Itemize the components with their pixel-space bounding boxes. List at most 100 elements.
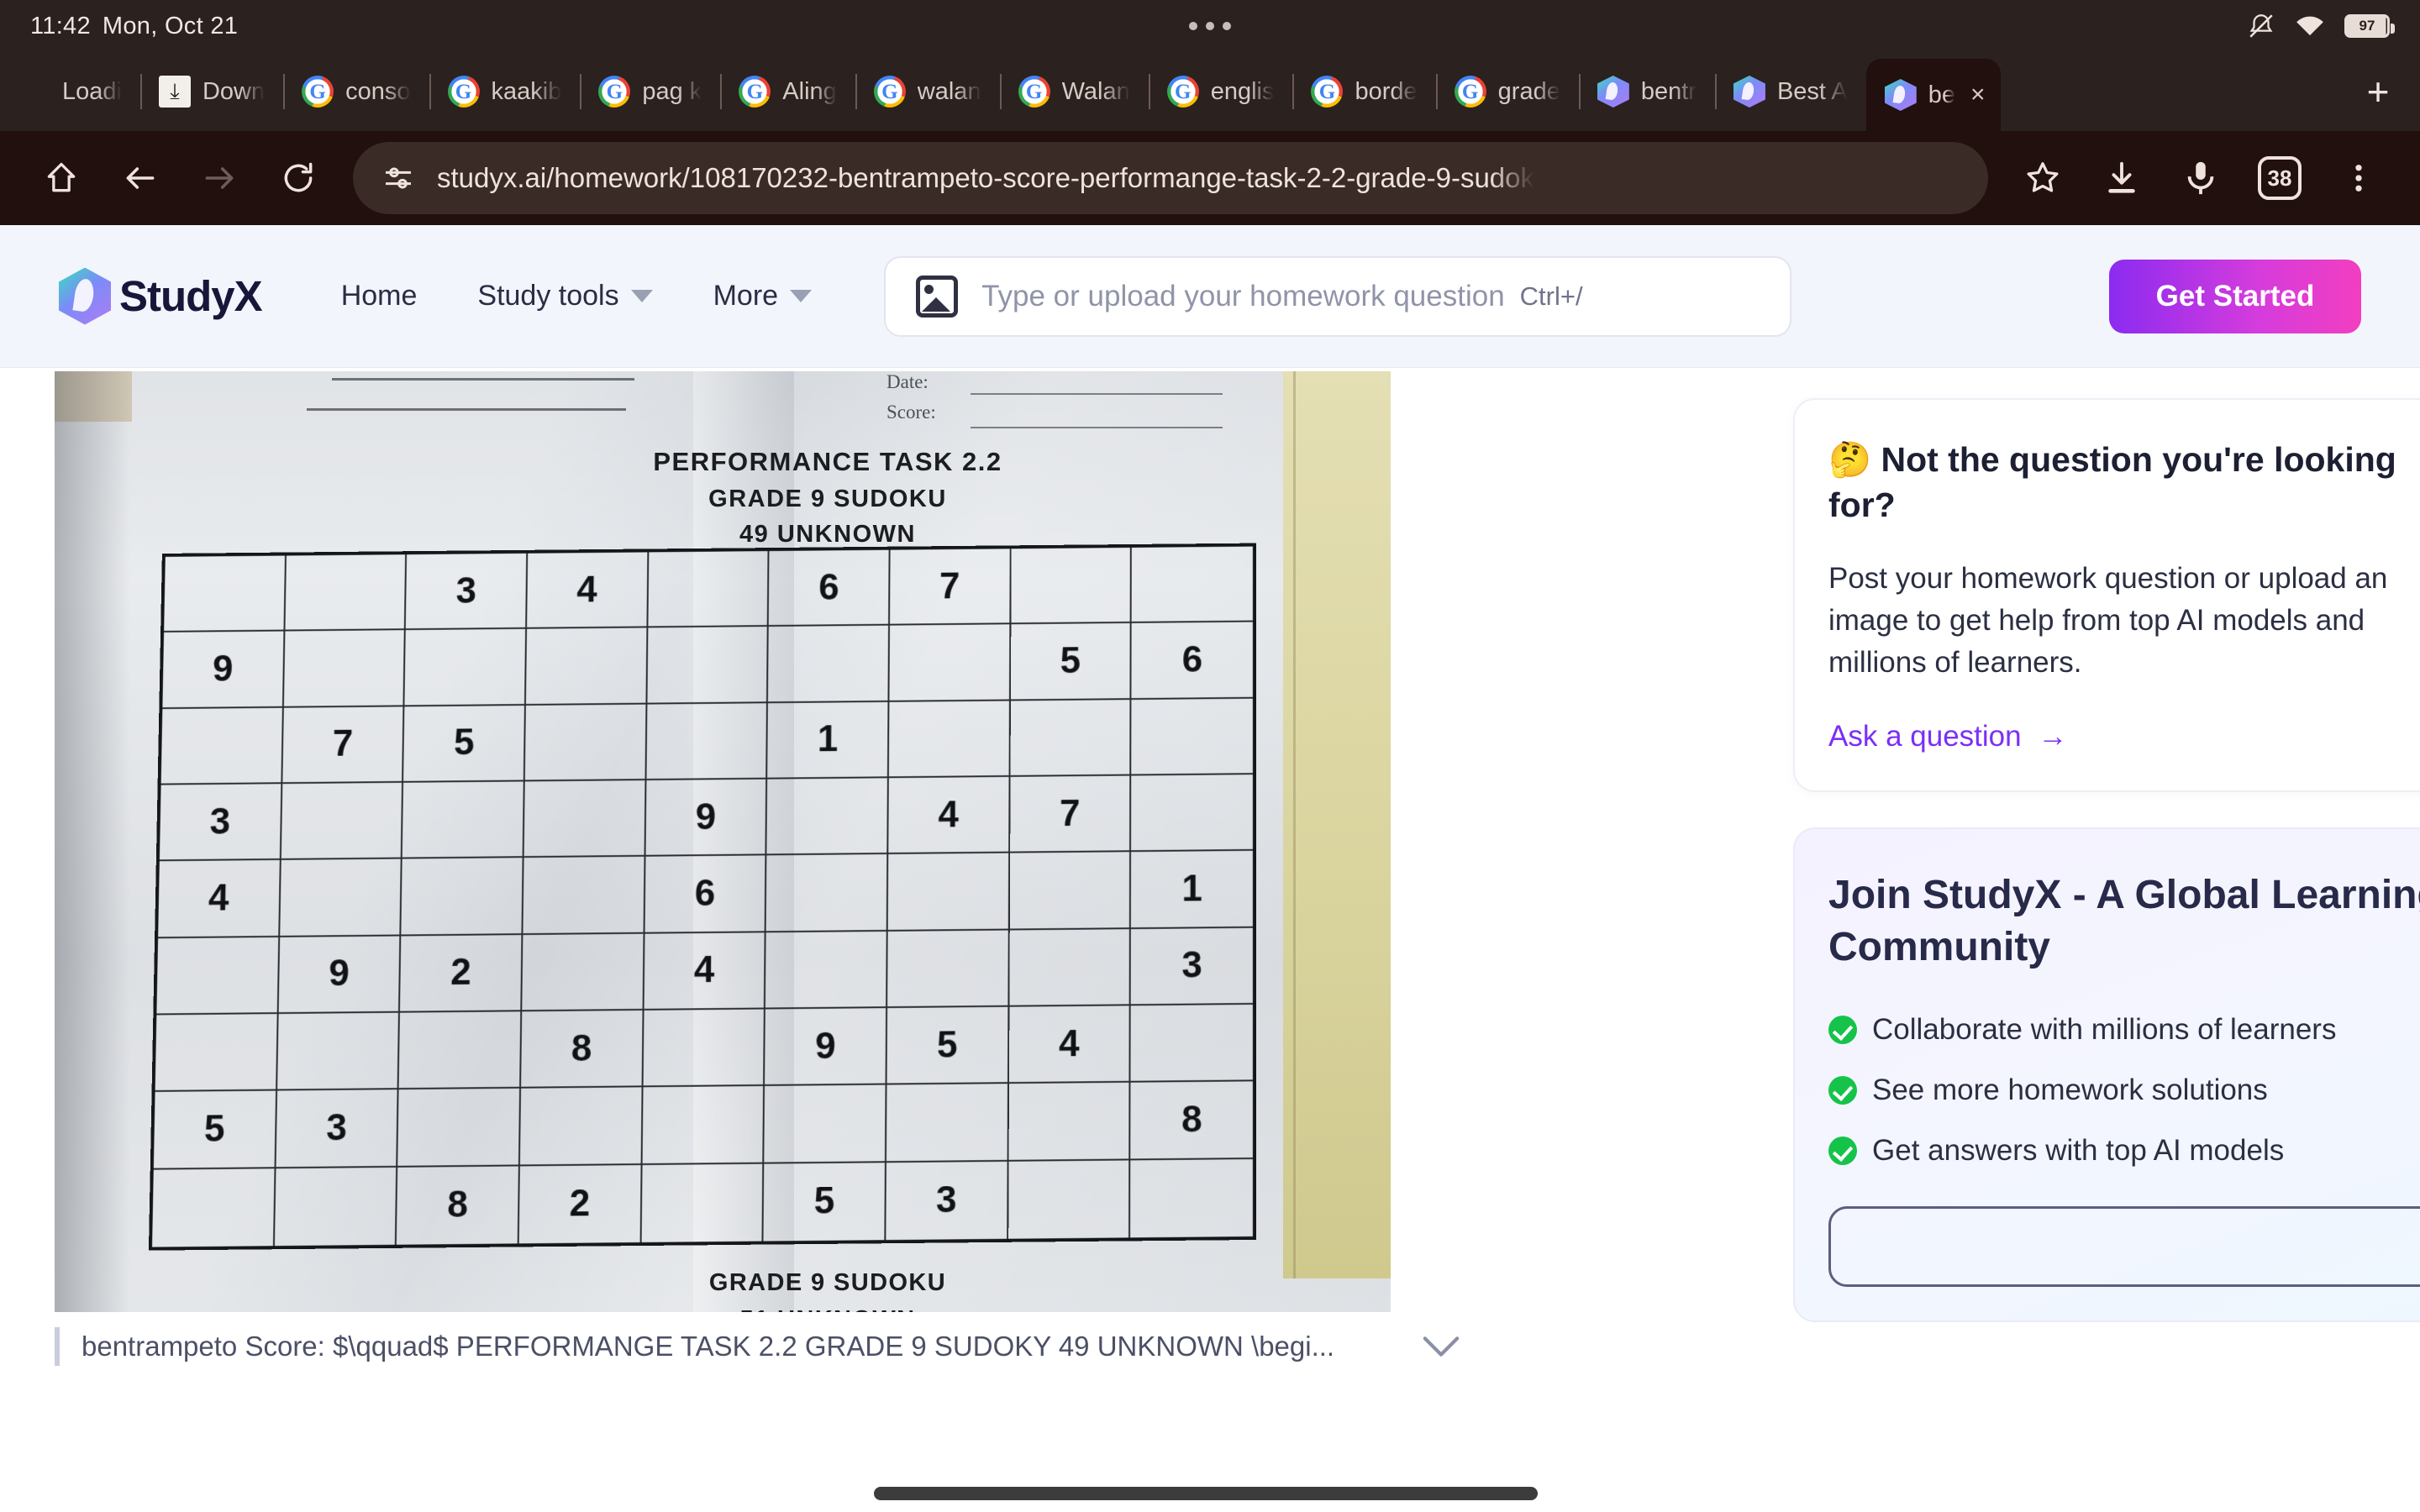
studyx-site-header: StudyX Home Study tools More Type or uploa… xyxy=(0,225,2420,368)
android-status-bar: 11:42 Mon, Oct 21 97 xyxy=(0,0,2420,52)
second-worksheet-caption: GRADE 9 SUDOKU 51 UNKNOWN xyxy=(592,1265,1063,1312)
browser-tab[interactable]: G Walan xyxy=(999,52,1149,131)
status-clock: 11:42 Mon, Oct 21 xyxy=(30,13,238,40)
join-studyx-button[interactable] xyxy=(1828,1206,2420,1288)
nav-item-more[interactable]: More xyxy=(683,280,842,312)
benefit-item: Get answers with top AI models xyxy=(1828,1134,2420,1168)
nav-item-label: More xyxy=(713,280,779,312)
tab-switcher-icon[interactable]: 38 xyxy=(2244,142,2316,214)
search-input[interactable]: Type or upload your homework question Ct… xyxy=(884,255,1792,337)
sudoku-cell: 3 xyxy=(1130,927,1253,1006)
page-scroll-indicator[interactable] xyxy=(874,1487,1538,1500)
overflow-menu-icon[interactable] xyxy=(2323,142,2395,214)
not-the-question-title-text: Not the question you're looking for? xyxy=(1828,440,2396,525)
page-content: Date: Score: PERFORMANCE TASK 2.2 GRADE … xyxy=(0,368,2420,1512)
sudoku-cell xyxy=(401,858,524,937)
browser-tab[interactable]: Loadi xyxy=(0,52,140,131)
tab-count-badge[interactable]: 38 xyxy=(2258,156,2302,200)
sudoku-cell xyxy=(766,778,889,856)
back-icon[interactable] xyxy=(104,142,176,214)
chevron-down-icon[interactable] xyxy=(1416,1334,1466,1359)
download-icon[interactable] xyxy=(2086,142,2158,214)
studyx-favicon-icon xyxy=(1884,79,1917,111)
browser-tab[interactable]: ⤓ Down xyxy=(139,52,283,131)
sudoku-cell xyxy=(886,1084,1009,1163)
arrow-right-icon: → xyxy=(2038,720,2068,753)
microphone-icon[interactable] xyxy=(2165,142,2237,214)
google-favicon-icon: G xyxy=(873,76,906,108)
browser-tab[interactable]: Gpag k xyxy=(580,52,720,131)
sudoku-cell: 5 xyxy=(1010,623,1132,701)
check-circle-icon xyxy=(1828,1137,1857,1166)
browser-tab[interactable]: Gconso xyxy=(283,52,429,131)
sudoku-cell: 7 xyxy=(890,549,1012,626)
worksheet-title-line2: GRADE 9 SUDOKU xyxy=(708,485,947,512)
browser-tab[interactable]: Gkaakib xyxy=(429,52,581,131)
sudoku-cell: 4 xyxy=(527,552,650,630)
forward-icon[interactable] xyxy=(183,142,255,214)
browser-tab[interactable]: Genglis xyxy=(1148,52,1293,131)
image-upload-icon[interactable] xyxy=(916,275,959,318)
sudoku-cell xyxy=(646,702,769,781)
sudoku-cell xyxy=(164,555,287,633)
sudoku-cell xyxy=(519,1087,644,1167)
sudoku-cell: 6 xyxy=(644,855,767,934)
browser-tab-label: Best A xyxy=(1776,77,1848,105)
question-caption-row[interactable]: bentrampeto Score: $\qquad$ PERFORMANGE … xyxy=(55,1327,1483,1366)
ask-a-question-link[interactable]: Ask a question → xyxy=(1828,720,2420,753)
url-text[interactable]: studyx.ai/homework/108170232-bentrampeto… xyxy=(437,162,1534,194)
browser-tab[interactable]: Gborde xyxy=(1292,52,1435,131)
home-icon[interactable] xyxy=(25,142,97,214)
sudoku-cell xyxy=(1007,1160,1131,1239)
sudoku-cell xyxy=(160,707,284,785)
bookmark-star-icon[interactable] xyxy=(2007,142,2079,214)
join-studyx-title: Join StudyX - A Global Learning Communit… xyxy=(1828,873,2420,969)
sudoku-cell: 6 xyxy=(1131,622,1253,700)
sudoku-cell xyxy=(764,1084,887,1164)
browser-tab[interactable]: bentr xyxy=(1578,52,1715,131)
reload-icon[interactable] xyxy=(262,142,334,214)
address-bar[interactable]: studyx.ai/homework/108170232-bentrampeto… xyxy=(353,142,1988,214)
browser-tab[interactable]: Gwalan xyxy=(855,52,1000,131)
site-settings-icon[interactable] xyxy=(381,161,415,195)
new-tab-button[interactable]: + xyxy=(2336,52,2420,131)
sudoku-cell xyxy=(524,704,648,782)
nav-item-study-tools[interactable]: Study tools xyxy=(447,280,682,312)
browser-tab[interactable]: G Aling xyxy=(720,52,855,131)
google-favicon-icon: G xyxy=(1454,76,1486,108)
ask-a-question-label: Ask a question xyxy=(1828,720,2022,753)
sudoku-cell xyxy=(397,1089,522,1168)
browser-tab-strip: Loadi ⤓ Down Gconso Gkaakib Gpag k G Aling Gwala… xyxy=(0,52,2420,131)
browser-tab[interactable]: Best A xyxy=(1714,52,1866,131)
score-blank-line xyxy=(971,427,1223,428)
sudoku-cell xyxy=(1009,852,1132,931)
not-the-question-body: Post your homework question or upload an… xyxy=(1828,562,2388,679)
benefit-label: Get answers with top AI models xyxy=(1872,1134,2285,1168)
score-label: Score: xyxy=(886,402,936,423)
sudoku-cell xyxy=(523,780,647,858)
benefit-label: See more homework solutions xyxy=(1872,1074,2268,1107)
browser-tab[interactable]: Ggrade xyxy=(1435,52,1579,131)
browser-tab-label: Walan xyxy=(1061,77,1130,105)
sudoku-cell xyxy=(1131,698,1253,776)
close-icon[interactable]: × xyxy=(1970,81,1986,109)
sudoku-cell: 8 xyxy=(521,1010,644,1089)
browser-tab-label: be xyxy=(1928,81,1956,108)
sudoku-cell: 9 xyxy=(645,779,768,858)
nav-item-label: Home xyxy=(340,280,418,312)
browser-tab[interactable]: be × xyxy=(1865,59,2001,131)
browser-tab-label: grade xyxy=(1497,77,1560,105)
sudoku-cell xyxy=(887,853,1010,932)
sudoku-cell xyxy=(889,624,1011,702)
nav-item-home[interactable]: Home xyxy=(311,280,448,312)
studyx-logo-text: StudyX xyxy=(119,272,263,320)
sudoku-cell xyxy=(641,1163,765,1242)
get-started-button[interactable]: Get Started xyxy=(2109,259,2361,333)
studyx-logo[interactable]: StudyX xyxy=(59,267,263,325)
browser-tab-label: Aling xyxy=(782,77,837,105)
homework-photo[interactable]: Date: Score: PERFORMANCE TASK 2.2 GRADE … xyxy=(55,371,1391,1312)
sudoku-cell: 9 xyxy=(765,1008,888,1087)
search-shortcut-hint: Ctrl+/ xyxy=(1519,281,1583,311)
benefit-label: Collaborate with millions of learners xyxy=(1872,1013,2337,1047)
generic-favicon-icon xyxy=(18,76,50,108)
